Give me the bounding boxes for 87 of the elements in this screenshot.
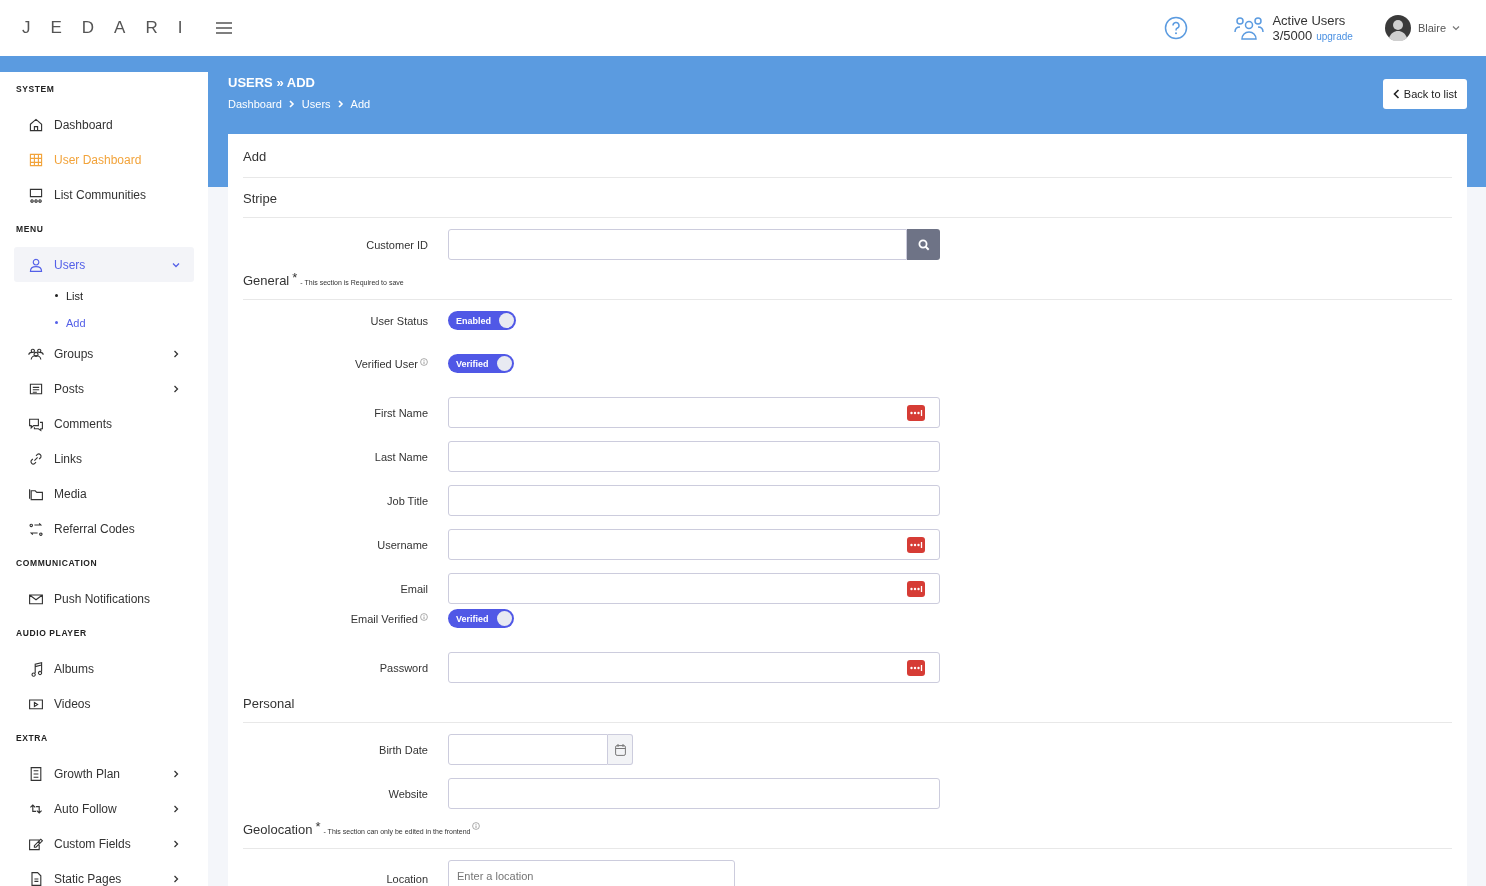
chevron-right-icon [288, 100, 295, 108]
search-button[interactable] [907, 229, 940, 260]
section-title: General [243, 273, 290, 288]
menu-item-icon [28, 765, 44, 782]
password-manager-icon[interactable] [907, 404, 925, 421]
input-field[interactable] [448, 573, 940, 604]
password-manager-icon[interactable] [907, 536, 925, 553]
section-heading: EXTRA [15, 732, 49, 745]
toggle-switch[interactable]: Enabled [448, 311, 516, 330]
sidebar-item[interactable]: Posts [14, 371, 194, 406]
sidebar-item[interactable]: Referral Codes [14, 511, 194, 546]
sidebar-item[interactable]: Static Pages [14, 861, 194, 886]
section-title: Personal [243, 696, 295, 711]
field-label: Username [377, 538, 428, 551]
section-heading: MENU [15, 223, 45, 236]
location-field[interactable]: Enter a location [448, 860, 735, 886]
sidebar-item[interactable]: Users [14, 247, 194, 282]
password-manager-icon[interactable] [907, 659, 925, 676]
menu-item-icon [28, 450, 44, 467]
menu-item-icon [28, 520, 44, 537]
active-users-label: Active Users [1272, 13, 1347, 28]
page-title: USERS » ADD [228, 75, 316, 90]
sidebar-item[interactable]: Auto Follow [14, 791, 194, 826]
input-field[interactable] [448, 397, 940, 428]
chevron-left-icon [1392, 89, 1400, 99]
field-label: Website [388, 787, 428, 800]
field-label: Last Name [374, 450, 428, 463]
caret-icon[interactable] [1452, 25, 1460, 31]
menu-icon[interactable] [216, 22, 233, 34]
menu-item-icon [28, 870, 44, 886]
sidebar-item[interactable]: Growth Plan [14, 756, 194, 791]
section-title: Geolocation [243, 822, 313, 837]
sidebar-item[interactable]: Groups [14, 336, 194, 371]
field-label: Customer ID [366, 238, 428, 251]
sidebar-item[interactable]: List Communities [14, 177, 194, 212]
field-label: Email [400, 582, 428, 595]
password-manager-icon[interactable] [907, 580, 925, 597]
field-label: Location [386, 872, 428, 885]
back-button[interactable]: Back to list [1382, 79, 1467, 109]
submenu-item[interactable]: Add [14, 309, 194, 336]
input-field[interactable] [448, 229, 907, 260]
sidebar-item[interactable]: Links [14, 441, 194, 476]
menu-item-icon [28, 256, 44, 273]
sidebar-item[interactable]: Push Notifications [14, 581, 194, 616]
users-icon [1234, 16, 1265, 40]
logo[interactable]: JEDARI [22, 18, 203, 38]
field-label: Verified User [355, 357, 418, 370]
sidebar-item[interactable]: Comments [14, 406, 194, 441]
field-label: Birth Date [379, 743, 428, 756]
field-label: Email Verified [350, 612, 418, 625]
calendar-button[interactable] [608, 734, 633, 765]
user-name[interactable]: Blaire [1417, 22, 1446, 34]
required-mark: * [292, 270, 298, 285]
section-heading: COMMUNICATION [15, 557, 99, 570]
menu-item-icon [28, 151, 44, 168]
sidebar-item[interactable]: Custom Fields [14, 826, 194, 861]
input-field[interactable] [448, 652, 940, 683]
search-icon [917, 238, 930, 251]
toggle-switch[interactable]: Verified [448, 354, 514, 373]
calendar-icon [614, 743, 626, 756]
menu-item-icon [28, 186, 44, 203]
input-field[interactable] [448, 485, 940, 516]
sidebar-item[interactable]: Albums [14, 651, 194, 686]
required-mark: * [315, 819, 321, 834]
chevron-right-icon [337, 100, 344, 108]
menu-item-icon [28, 660, 44, 677]
input-field[interactable] [448, 778, 940, 809]
card-title: Add [243, 134, 1452, 178]
section-title: Stripe [243, 191, 277, 206]
input-field[interactable] [448, 441, 940, 472]
toggle-switch[interactable]: Verified [448, 609, 514, 628]
sidebar-item[interactable]: Videos [14, 686, 194, 721]
user-count: 3/5000 [1272, 28, 1313, 43]
date-field[interactable] [448, 734, 608, 765]
field-label: Password [379, 661, 428, 674]
field-label: User Status [370, 314, 428, 327]
sidebar-item[interactable]: Dashboard [14, 107, 194, 142]
avatar[interactable] [1384, 15, 1411, 41]
help-icon[interactable] [1164, 16, 1189, 40]
field-label: Job Title [387, 494, 428, 507]
field-label: First Name [374, 406, 428, 419]
menu-item-icon [28, 116, 44, 133]
section-heading: AUDIO PLAYER [15, 627, 88, 640]
submenu-item[interactable]: List [14, 282, 194, 309]
sidebar-item[interactable]: Media [14, 476, 194, 511]
input-field[interactable] [448, 529, 940, 560]
section-heading: SYSTEM [15, 83, 56, 96]
